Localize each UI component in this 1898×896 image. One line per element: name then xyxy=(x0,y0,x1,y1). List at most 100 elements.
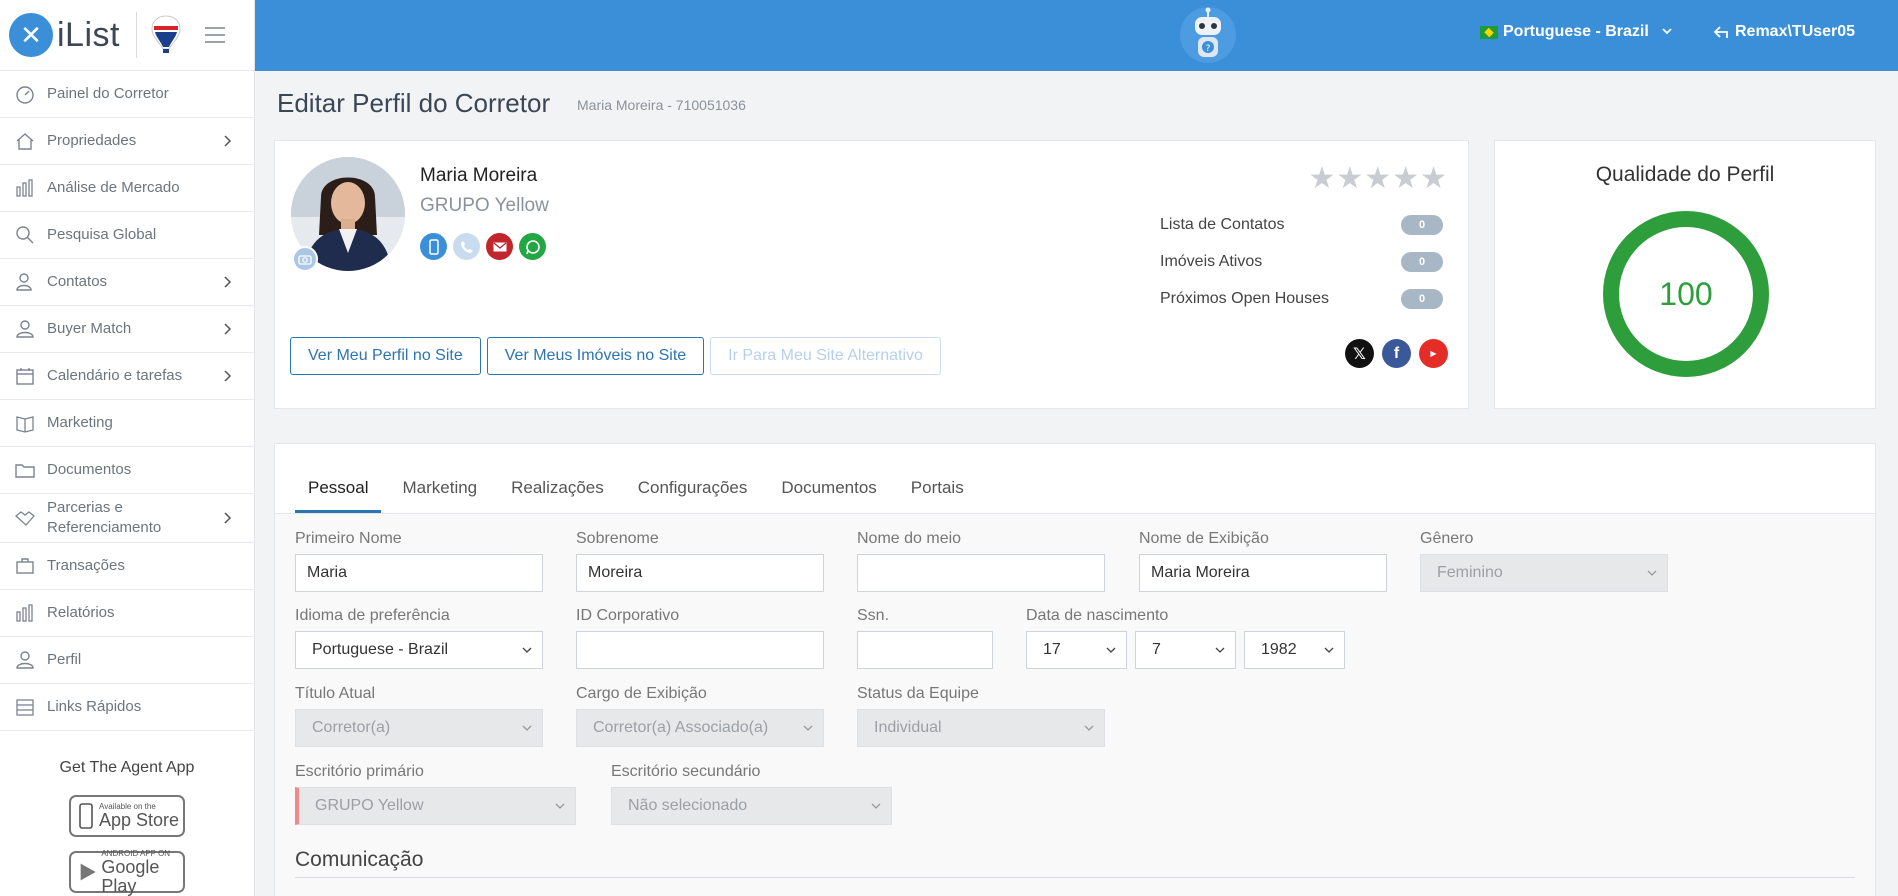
team-status-select[interactable]: Individual xyxy=(857,709,1105,747)
language-select[interactable]: Portuguese - Brazil xyxy=(295,631,543,669)
phone-call-icon[interactable] xyxy=(453,233,480,260)
profile-stats: Lista de Contatos 0 Imóveis Ativos 0 Pró… xyxy=(1160,206,1450,317)
birth-day-select[interactable]: 17 xyxy=(1026,631,1127,669)
secondary-office-group: Escritório secundário Não selecionado xyxy=(611,763,892,825)
corp-id-label: ID Corporativo xyxy=(576,607,680,624)
tab-configuracoes[interactable]: Configurações xyxy=(625,478,761,513)
section-title-communication: Comunicação xyxy=(295,848,424,871)
ssn-input[interactable] xyxy=(857,631,993,669)
sidebar-item-label: Documentos xyxy=(47,461,132,478)
sidebar-item-painel[interactable]: Painel do Corretor xyxy=(0,71,254,118)
whatsapp-icon[interactable] xyxy=(519,233,546,260)
alt-site-button[interactable]: Ir Para Meu Site Alternativo xyxy=(710,337,941,375)
youtube-icon[interactable]: ▶ xyxy=(1419,339,1448,368)
primary-office-select[interactable]: GRUPO Yellow xyxy=(295,787,576,825)
x-twitter-icon[interactable]: 𝕏 xyxy=(1345,339,1374,368)
agent-group: GRUPO Yellow xyxy=(420,195,549,216)
sidebar-item-buyer-match[interactable]: Buyer Match xyxy=(0,306,254,353)
middle-name-label: Nome do meio xyxy=(857,530,962,547)
current-title-select[interactable]: Corretor(a) xyxy=(295,709,543,747)
bar-chart-icon xyxy=(16,179,33,197)
birth-month-value: 7 xyxy=(1152,641,1161,658)
view-profile-button[interactable]: Ver Meu Perfil no Site xyxy=(290,337,481,375)
gender-select[interactable]: Feminino xyxy=(1420,554,1668,592)
birth-year-select[interactable]: 1982 xyxy=(1244,631,1345,669)
app-store-badge[interactable]: Available on the App Store xyxy=(69,795,185,837)
star-icon: ★ xyxy=(1420,162,1447,195)
phone-icon xyxy=(79,803,93,829)
language-value: Portuguese - Brazil xyxy=(312,641,449,658)
sidebar-item-label: Contatos xyxy=(47,273,108,290)
sidebar-item-documentos[interactable]: Documentos xyxy=(0,447,254,494)
display-role-select[interactable]: Corretor(a) Associado(a) xyxy=(576,709,824,747)
chevron-down-icon xyxy=(1106,647,1116,653)
first-name-group: Primeiro Nome Maria xyxy=(295,530,543,592)
facebook-icon[interactable]: f xyxy=(1382,339,1411,368)
sidebar-item-perfil[interactable]: Perfil xyxy=(0,637,254,684)
birth-month-select[interactable]: 7 xyxy=(1135,631,1236,669)
menu-toggle-icon[interactable] xyxy=(204,27,225,43)
camera-icon[interactable] xyxy=(292,246,318,272)
book-icon xyxy=(16,416,34,433)
tab-pessoal[interactable]: Pessoal xyxy=(295,478,382,513)
sidebar-item-transacoes[interactable]: Transações xyxy=(0,543,254,590)
gender-group: Gênero Feminino xyxy=(1420,530,1668,592)
user-menu[interactable]: Remax\TUser05 xyxy=(1713,23,1855,41)
chevron-right-icon xyxy=(224,512,232,524)
tab-marketing[interactable]: Marketing xyxy=(389,478,490,513)
tab-portais[interactable]: Portais xyxy=(898,478,977,513)
last-name-input[interactable]: Moreira xyxy=(576,554,824,592)
sidebar-item-contatos[interactable]: Contatos xyxy=(0,259,254,306)
profile-tabs: Pessoal Marketing Realizações Configuraç… xyxy=(275,444,1875,514)
sidebar-item-label: Transações xyxy=(47,557,125,574)
google-play-badge[interactable]: ANDROID APP ON Google Play xyxy=(69,849,185,895)
language-selector[interactable]: Portuguese - Brazil xyxy=(1480,23,1675,41)
ilist-logo-icon[interactable]: ✕ xyxy=(9,13,53,57)
display-name-input[interactable]: Maria Moreira xyxy=(1139,554,1387,592)
mobile-icon[interactable] xyxy=(420,233,447,260)
username-label: Remax\TUser05 xyxy=(1735,23,1856,40)
sidebar-item-parcerias[interactable]: Parcerias e Referenciamento xyxy=(0,494,254,543)
chevron-down-icon xyxy=(871,803,881,809)
view-listings-button[interactable]: Ver Meus Imóveis no Site xyxy=(486,337,705,375)
email-icon[interactable] xyxy=(486,233,513,260)
page-subtitle: Maria Moreira - 710051036 xyxy=(577,97,746,113)
logo-bar: ✕ iList xyxy=(0,0,254,71)
sidebar-item-relatorios[interactable]: Relatórios xyxy=(0,590,254,637)
secondary-office-select[interactable]: Não selecionado xyxy=(611,787,892,825)
middle-name-group: Nome do meio xyxy=(857,530,1105,592)
sidebar: ✕ iList Painel do Corretor Propriedades … xyxy=(0,0,255,896)
sidebar-item-calendario[interactable]: Calendário e tarefas xyxy=(0,353,254,400)
sidebar-item-analise[interactable]: Análise de Mercado xyxy=(0,165,254,212)
sidebar-item-label: Calendário e tarefas xyxy=(47,367,183,384)
primary-office-group: Escritório primário GRUPO Yellow xyxy=(295,763,576,825)
report-icon xyxy=(16,604,33,622)
agent-app-title: Get The Agent App xyxy=(59,759,195,776)
sidebar-item-marketing[interactable]: Marketing xyxy=(0,400,254,447)
sidebar-item-links[interactable]: Links Rápidos xyxy=(0,684,254,731)
star-icon: ★ xyxy=(1392,162,1419,195)
profile-icon xyxy=(16,651,34,669)
assistant-robot-icon[interactable]: ? xyxy=(1180,5,1236,65)
corp-id-input[interactable] xyxy=(576,631,824,669)
agent-app-box: Get The Agent App Available on the App S… xyxy=(0,731,254,895)
profile-buttons: Ver Meu Perfil no Site Ver Meus Imóveis … xyxy=(290,337,941,375)
first-name-input[interactable]: Maria xyxy=(295,554,543,592)
sidebar-nav: Painel do Corretor Propriedades Análise … xyxy=(0,71,254,731)
sidebar-item-propriedades[interactable]: Propriedades xyxy=(0,118,254,165)
display-role-value: Corretor(a) Associado(a) xyxy=(593,719,769,736)
sidebar-item-label: Painel do Corretor xyxy=(47,85,169,102)
play-icon xyxy=(80,863,96,881)
birthdate-group: Data de nascimento 17 7 1982 xyxy=(1026,607,1346,669)
stat-row: Próximos Open Houses 0 xyxy=(1160,280,1450,317)
topbar: ? Portuguese - Brazil Remax\TUser05 xyxy=(255,0,1898,71)
middle-name-input[interactable] xyxy=(857,554,1105,592)
language-group: Idioma de preferência Portuguese - Brazi… xyxy=(295,607,543,669)
sidebar-item-label: Links Rápidos xyxy=(47,698,142,715)
svg-text:?: ? xyxy=(1206,44,1211,54)
stat-count-badge: 0 xyxy=(1401,288,1443,309)
tab-realizacoes[interactable]: Realizações xyxy=(498,478,617,513)
sidebar-item-pesquisa[interactable]: Pesquisa Global xyxy=(0,212,254,259)
sidebar-item-label: Parcerias e Referenciamento xyxy=(47,499,162,536)
tab-documentos[interactable]: Documentos xyxy=(768,478,889,513)
